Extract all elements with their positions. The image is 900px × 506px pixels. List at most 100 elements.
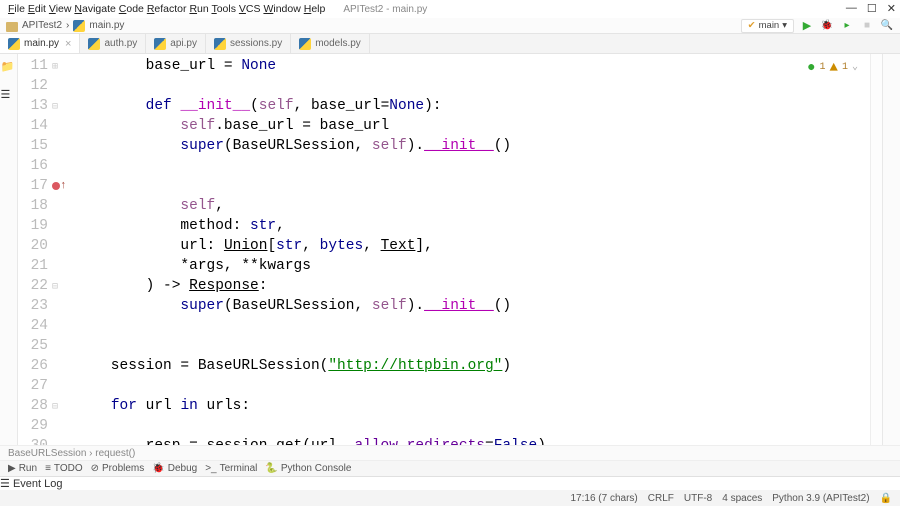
menu-file[interactable]: File bbox=[8, 3, 25, 15]
menu-help[interactable]: Help bbox=[304, 3, 326, 15]
close-button[interactable]: ✕ bbox=[887, 2, 896, 15]
gutter-marker[interactable]: ⊞ bbox=[52, 56, 68, 76]
tab-models-py[interactable]: models.py bbox=[291, 34, 370, 53]
code-line[interactable] bbox=[68, 376, 882, 396]
code-line[interactable] bbox=[68, 316, 882, 336]
code-line[interactable]: super(BaseURLSession, self).__init__() bbox=[68, 136, 882, 156]
code-line[interactable]: base_url = None bbox=[68, 56, 882, 76]
tab-main-py[interactable]: main.py× bbox=[0, 34, 80, 53]
toolwin-debug[interactable]: 🐞Debug bbox=[152, 463, 197, 474]
menu-navigate[interactable]: Navigate bbox=[74, 3, 115, 15]
breakpoint-icon[interactable] bbox=[52, 182, 60, 190]
toolwin-problems[interactable]: ⊘Problems bbox=[91, 463, 145, 474]
gutter-marker[interactable]: ⊟ bbox=[52, 276, 68, 296]
project-view-button[interactable]: 📁 bbox=[1, 60, 17, 76]
maximize-button[interactable]: ☐ bbox=[867, 2, 877, 15]
gutter-marker[interactable] bbox=[52, 416, 68, 436]
file-encoding[interactable]: UTF-8 bbox=[684, 493, 712, 504]
menu-vcs[interactable]: VCS bbox=[239, 3, 261, 15]
tab-label: sessions.py bbox=[230, 38, 282, 49]
minimize-button[interactable]: — bbox=[846, 2, 857, 14]
fold-toggle-icon[interactable]: ⊟ bbox=[52, 102, 58, 113]
debug-button[interactable]: 🐞 bbox=[820, 19, 834, 33]
gutter-marker[interactable]: ⊟ bbox=[52, 396, 68, 416]
code-line[interactable] bbox=[68, 416, 882, 436]
gutter-marker[interactable] bbox=[52, 316, 68, 336]
stop-button[interactable]: ■ bbox=[860, 19, 874, 33]
lock-icon[interactable]: 🔒 bbox=[880, 493, 892, 504]
menu-edit[interactable]: Edit bbox=[28, 3, 46, 15]
run-button[interactable]: ▶ bbox=[800, 19, 814, 33]
close-tab-icon[interactable]: × bbox=[65, 38, 71, 50]
gutter-marker[interactable] bbox=[52, 376, 68, 396]
code-line[interactable] bbox=[68, 336, 882, 356]
tab-auth-py[interactable]: auth.py bbox=[80, 34, 146, 53]
toolwin-terminal[interactable]: >_Terminal bbox=[205, 463, 257, 474]
menu-refactor[interactable]: Refactor bbox=[147, 3, 187, 15]
line-number: 16 bbox=[18, 156, 48, 176]
gutter-marker[interactable] bbox=[52, 216, 68, 236]
code-line[interactable]: super(BaseURLSession, self).__init__() bbox=[68, 296, 882, 316]
inspection-widget[interactable]: ● 1 ▲ 1 ⌄ bbox=[807, 58, 858, 78]
gutter-marker[interactable] bbox=[52, 436, 68, 445]
gutter-marker[interactable] bbox=[52, 236, 68, 256]
event-log-button[interactable]: ☰ Event Log bbox=[0, 477, 900, 490]
code-line[interactable]: def __init__(self, base_url=None): bbox=[68, 96, 882, 116]
gutter-marker[interactable] bbox=[52, 156, 68, 176]
code-line[interactable]: self, bbox=[68, 196, 882, 216]
structure-view-button[interactable]: ☰ bbox=[1, 88, 17, 104]
git-branch-selector[interactable]: ✔ main ▾ bbox=[741, 19, 794, 33]
fold-toggle-icon[interactable]: ⊟ bbox=[52, 402, 58, 413]
code-line[interactable]: session = BaseURLSession("http://httpbin… bbox=[68, 356, 882, 376]
toolwin-todo[interactable]: ≡TODO bbox=[45, 463, 83, 474]
code-editor[interactable]: 1112131415161718192021222324252627282930… bbox=[18, 54, 882, 445]
menu-run[interactable]: Run bbox=[189, 3, 208, 15]
editor-scrollbar[interactable] bbox=[870, 54, 882, 445]
code-line[interactable] bbox=[68, 156, 882, 176]
code-area[interactable]: base_url = None def __init__(self, base_… bbox=[68, 54, 882, 445]
tab-api-py[interactable]: api.py bbox=[146, 34, 206, 53]
fold-toggle-icon[interactable]: ⊟ bbox=[52, 282, 58, 293]
marker-gutter[interactable]: ⊞ ⊟ ↑ ⊟ ⊟ bbox=[52, 54, 68, 445]
menu-code[interactable]: Code bbox=[119, 3, 144, 15]
caret-position[interactable]: 17:16 (7 chars) bbox=[571, 493, 638, 504]
toolwin-python-console[interactable]: 🐍Python Console bbox=[265, 463, 351, 474]
code-line[interactable]: self.base_url = base_url bbox=[68, 116, 882, 136]
gutter-marker[interactable] bbox=[52, 196, 68, 216]
gutter-marker[interactable] bbox=[52, 136, 68, 156]
menu-window[interactable]: Window bbox=[263, 3, 300, 15]
code-line[interactable]: resp = session.get(url, allow_redirects=… bbox=[68, 436, 882, 445]
python-interpreter[interactable]: Python 3.9 (APITest2) bbox=[772, 493, 869, 504]
indent-setting[interactable]: 4 spaces bbox=[722, 493, 762, 504]
gutter-marker[interactable] bbox=[52, 116, 68, 136]
line-separator[interactable]: CRLF bbox=[648, 493, 674, 504]
toolwin-icon: 🐞 bbox=[152, 463, 164, 474]
code-line[interactable]: *args, **kwargs bbox=[68, 256, 882, 276]
crumb-file[interactable]: main.py bbox=[89, 20, 124, 31]
code-line[interactable]: def request( bbox=[18, 176, 882, 196]
gutter-marker[interactable] bbox=[52, 76, 68, 96]
code-line[interactable] bbox=[68, 76, 882, 96]
menu-view[interactable]: View bbox=[49, 3, 72, 15]
crumb-project[interactable]: APITest2 bbox=[22, 20, 62, 31]
gutter-marker[interactable] bbox=[52, 296, 68, 316]
gutter-marker[interactable]: ⊟ bbox=[52, 96, 68, 116]
tab-sessions-py[interactable]: sessions.py bbox=[206, 34, 291, 53]
search-everywhere-button[interactable]: 🔍 bbox=[880, 19, 894, 33]
code-line[interactable]: for url in urls: bbox=[68, 396, 882, 416]
gutter-marker[interactable] bbox=[52, 356, 68, 376]
gutter-marker[interactable]: ↑ bbox=[52, 176, 68, 196]
menu-tools[interactable]: Tools bbox=[211, 3, 236, 15]
fold-toggle-icon[interactable]: ⊞ bbox=[52, 62, 58, 73]
toolwin-run[interactable]: ▶Run bbox=[8, 463, 37, 474]
toolwin-label: Problems bbox=[102, 463, 144, 474]
editor-tabs: main.py×auth.pyapi.py sessions.py models.p… bbox=[0, 34, 900, 54]
code-line[interactable]: ) -> Response: bbox=[68, 276, 882, 296]
run-with-coverage-button[interactable]: ▸ bbox=[840, 19, 854, 33]
code-line[interactable]: method: str, bbox=[68, 216, 882, 236]
notifications-button[interactable] bbox=[885, 58, 899, 72]
code-breadcrumb[interactable]: BaseURLSession › request() bbox=[0, 445, 900, 461]
gutter-marker[interactable] bbox=[52, 336, 68, 356]
code-line[interactable]: url: Union[str, bytes, Text], bbox=[68, 236, 882, 256]
gutter-marker[interactable] bbox=[52, 256, 68, 276]
